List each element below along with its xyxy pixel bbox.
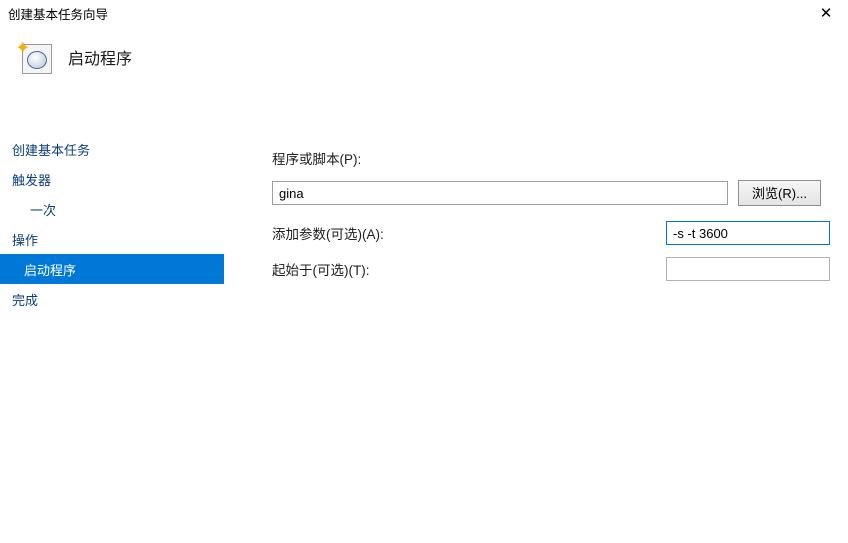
wizard-step-action[interactable]: 操作 [0, 224, 224, 254]
add-arguments-input[interactable] [666, 221, 830, 245]
close-icon[interactable]: ✕ [810, 2, 842, 24]
add-arguments-label: 添加参数(可选)(A): [272, 223, 384, 243]
program-script-label: 程序或脚本(P): [272, 148, 412, 168]
page-title: 启动程序 [68, 45, 132, 69]
start-in-label: 起始于(可选)(T): [272, 259, 369, 279]
window-title: 创建基本任务向导 [8, 4, 108, 23]
wizard-step-trigger-once[interactable]: 一次 [0, 194, 224, 224]
task-scheduler-icon: ✦ [18, 40, 52, 74]
wizard-step-finish[interactable]: 完成 [0, 284, 224, 314]
form-panel: 程序或脚本(P): 浏览(R)... 添加参数(可选)(A): 起始于(可选)(… [224, 130, 848, 543]
program-script-input[interactable] [272, 181, 728, 205]
browse-button[interactable]: 浏览(R)... [738, 180, 821, 206]
wizard-step-create-basic-task[interactable]: 创建基本任务 [0, 134, 224, 164]
start-in-input[interactable] [666, 257, 830, 281]
wizard-step-trigger[interactable]: 触发器 [0, 164, 224, 194]
wizard-steps-sidebar: 创建基本任务 触发器 一次 操作 启动程序 完成 [0, 130, 224, 543]
wizard-step-start-program[interactable]: 启动程序 [0, 254, 224, 284]
